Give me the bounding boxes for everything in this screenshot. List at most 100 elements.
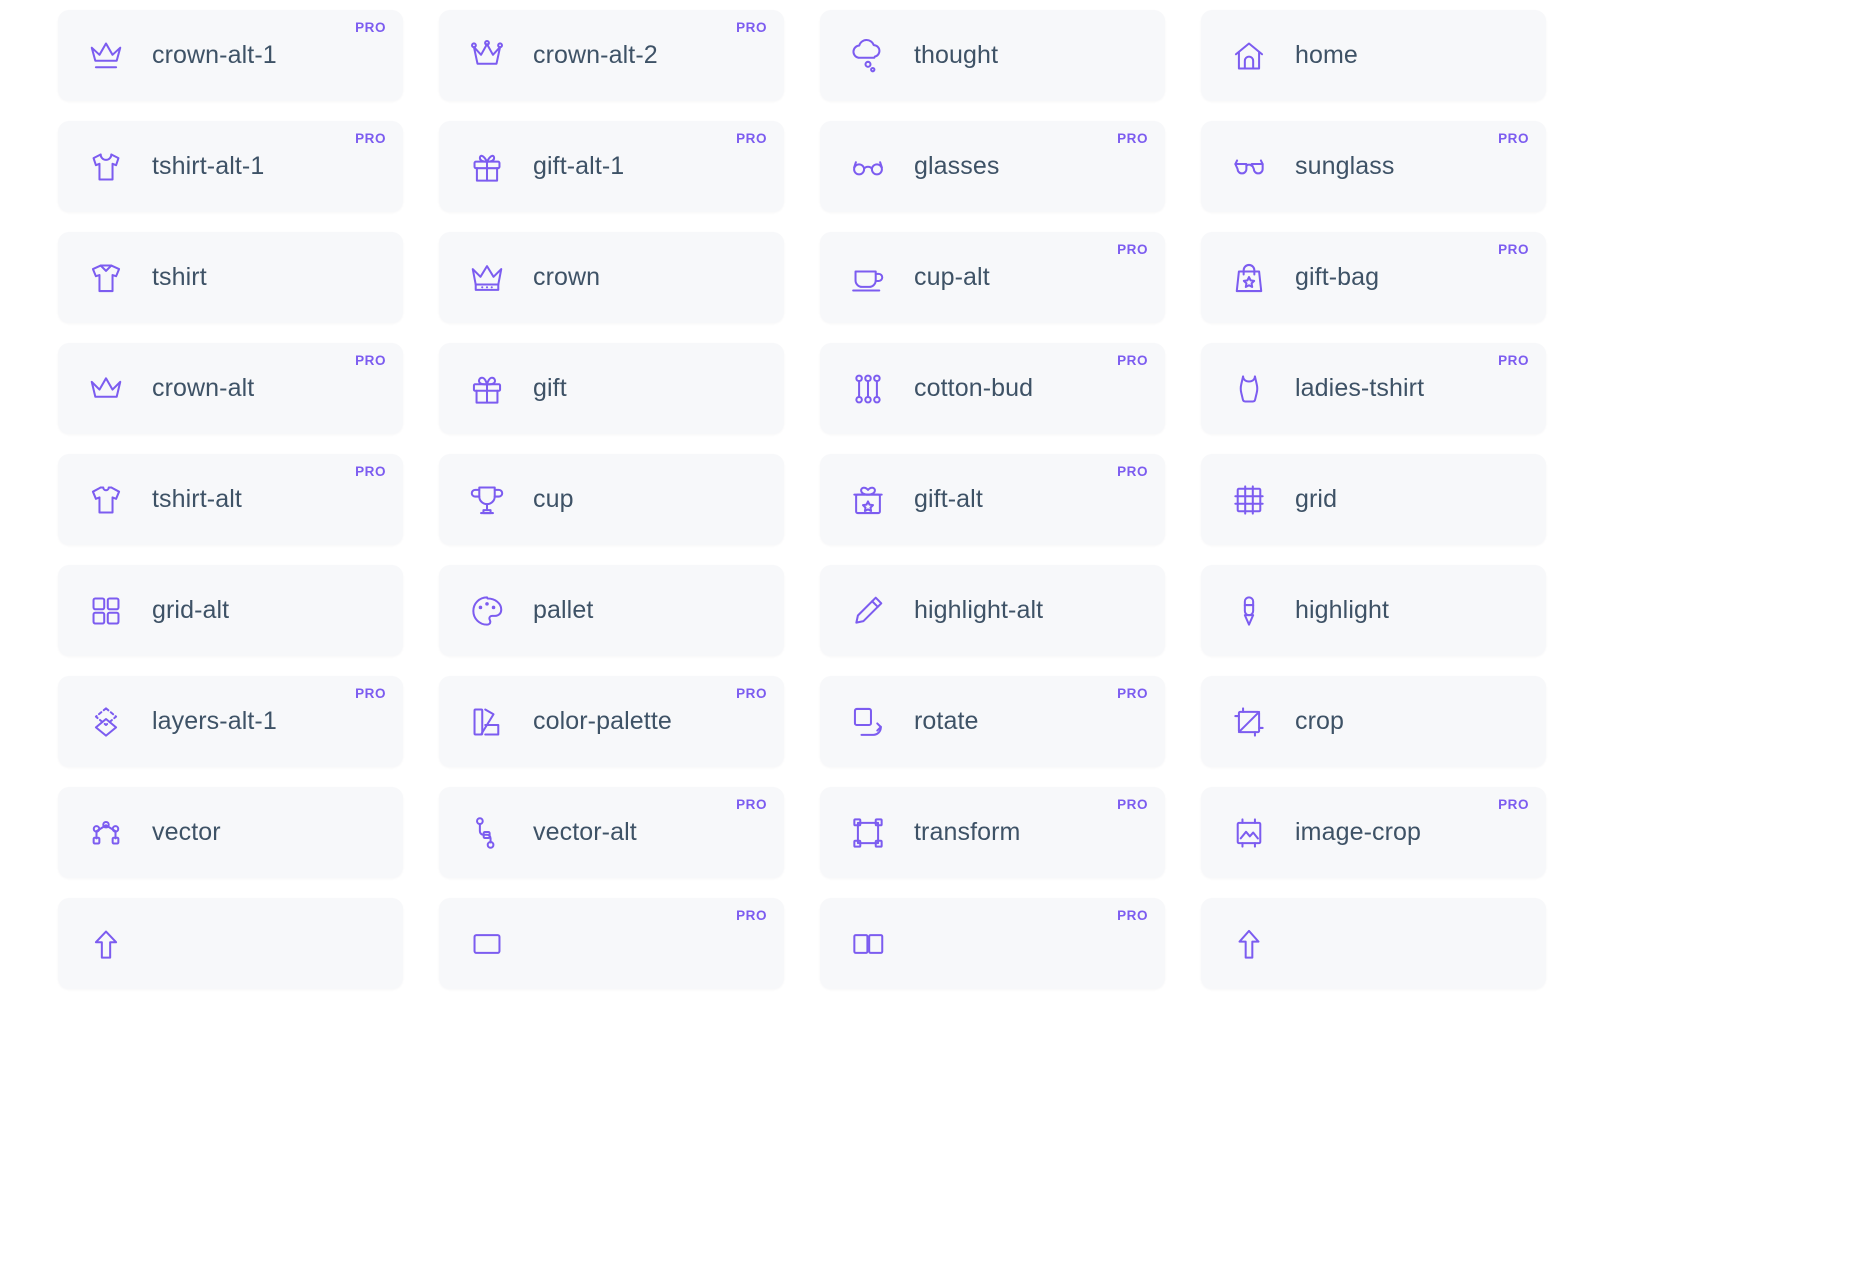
icon-card[interactable]: homePRO (1201, 10, 1546, 101)
pro-badge: PRO (736, 908, 767, 923)
icon-name-label: tshirt-alt (152, 485, 242, 513)
duplicate-icon (846, 922, 890, 966)
icon-name-label: gift-alt-1 (533, 152, 625, 180)
icon-card[interactable]: cupPRO (439, 454, 784, 545)
icon-card[interactable]: layers-alt-1 PRO (58, 676, 403, 767)
pro-badge: PRO (736, 20, 767, 35)
icon-card[interactable]: tshirt-alt-1 PRO (58, 121, 403, 212)
rectangle-icon (465, 922, 509, 966)
icon-card[interactable]: highlight-altPRO (820, 565, 1165, 656)
icon-name-label: grid-alt (152, 596, 230, 624)
icon-name-label: image-crop (1295, 818, 1422, 846)
icon-name-label: gift (533, 374, 567, 402)
icon-card[interactable]: crownPRO (439, 232, 784, 323)
pro-badge: PRO (355, 353, 386, 368)
arrow-up-alt-icon (1227, 922, 1271, 966)
icon-card[interactable]: sunglass PRO (1201, 121, 1546, 212)
icon-name-label: vector-alt (533, 818, 637, 846)
pro-badge: PRO (1117, 464, 1148, 479)
icon-name-label: gift-bag (1295, 263, 1380, 291)
pro-badge: PRO (736, 131, 767, 146)
icon-card[interactable]: tshirt-alt PRO (58, 454, 403, 545)
icon-name-label: transform (914, 818, 1021, 846)
crown-icon (465, 256, 509, 300)
tshirt-alt-icon (84, 478, 128, 522)
icon-name-label: cotton-bud (914, 374, 1034, 402)
icon-name-label: pallet (533, 596, 594, 624)
icon-name-label: crown-alt (152, 374, 255, 402)
pro-badge: PRO (1498, 242, 1529, 257)
icon-card[interactable]: gift-bag PRO (1201, 232, 1546, 323)
icon-card[interactable]: highlightPRO (1201, 565, 1546, 656)
icon-card[interactable]: ladies-tshirt PRO (1201, 343, 1546, 434)
grid-alt-icon (84, 589, 128, 633)
icon-name-label: gift-alt (914, 485, 983, 513)
icon-grid: crown-alt-1PROcrown-alt-2PROthoughtPROho… (0, 0, 1856, 989)
crown-alt-2-icon (465, 34, 509, 78)
icon-card[interactable]: cropPRO (1201, 676, 1546, 767)
icon-card[interactable]: crown-alt-2 PRO (439, 10, 784, 101)
pro-badge: PRO (1117, 242, 1148, 257)
icon-card[interactable]: image-crop PRO (1201, 787, 1546, 878)
icon-name-label: tshirt-alt-1 (152, 152, 265, 180)
icon-card[interactable]: cotton-bud PRO (820, 343, 1165, 434)
icon-name-label: grid (1295, 485, 1338, 513)
gift-alt-icon (846, 478, 890, 522)
icon-card[interactable]: palletPRO (439, 565, 784, 656)
icon-card[interactable]: tshirtPRO (58, 232, 403, 323)
icon-card[interactable]: PRO (58, 898, 403, 989)
highlight-icon (1227, 589, 1271, 633)
tshirt-icon (84, 256, 128, 300)
icon-name-label: rotate (914, 707, 979, 735)
glasses-icon (846, 145, 890, 189)
icon-name-label: home (1295, 41, 1358, 69)
pro-badge: PRO (1117, 131, 1148, 146)
icon-card[interactable]: grid-altPRO (58, 565, 403, 656)
icon-card[interactable]: PRO (1201, 898, 1546, 989)
pro-badge: PRO (1117, 908, 1148, 923)
pro-badge: PRO (1498, 131, 1529, 146)
icon-name-label: layers-alt-1 (152, 707, 277, 735)
icon-card[interactable]: vectorPRO (58, 787, 403, 878)
pro-badge: PRO (736, 686, 767, 701)
icon-name-label: crown-alt-1 (152, 41, 277, 69)
icon-card[interactable]: crown-alt-1 PRO (58, 10, 403, 101)
crown-alt-icon (84, 367, 128, 411)
icon-card[interactable]: giftPRO (439, 343, 784, 434)
icon-card[interactable]: cup-alt PRO (820, 232, 1165, 323)
icon-name-label: crown-alt-2 (533, 41, 658, 69)
icon-card[interactable]: thoughtPRO (820, 10, 1165, 101)
vector-icon (84, 811, 128, 855)
arrow-up-icon (84, 922, 128, 966)
icon-card[interactable]: PRO (820, 898, 1165, 989)
icon-card[interactable]: crown-alt PRO (58, 343, 403, 434)
pro-badge: PRO (355, 131, 386, 146)
rotate-icon (846, 700, 890, 744)
pro-badge: PRO (355, 464, 386, 479)
icon-card[interactable]: rotate PRO (820, 676, 1165, 767)
icon-name-label: vector (152, 818, 221, 846)
icon-card[interactable]: transform PRO (820, 787, 1165, 878)
home-icon (1227, 34, 1271, 78)
icon-card[interactable]: gridPRO (1201, 454, 1546, 545)
icon-card[interactable]: PRO (439, 898, 784, 989)
icon-name-label: glasses (914, 152, 1000, 180)
gift-icon (465, 367, 509, 411)
gift-bag-icon (1227, 256, 1271, 300)
cup-alt-icon (846, 256, 890, 300)
icon-name-label: highlight (1295, 596, 1390, 624)
pro-badge: PRO (1117, 686, 1148, 701)
ladies-tshirt-icon (1227, 367, 1271, 411)
icon-card[interactable]: gift-alt PRO (820, 454, 1165, 545)
icon-card[interactable]: gift-alt-1 PRO (439, 121, 784, 212)
icon-name-label: crop (1295, 707, 1345, 735)
icon-card[interactable]: glasses PRO (820, 121, 1165, 212)
image-crop-icon (1227, 811, 1271, 855)
icon-card[interactable]: color-palette PRO (439, 676, 784, 767)
vector-alt-icon (465, 811, 509, 855)
transform-icon (846, 811, 890, 855)
crop-icon (1227, 700, 1271, 744)
pro-badge: PRO (736, 797, 767, 812)
icon-card[interactable]: vector-alt PRO (439, 787, 784, 878)
crown-alt-1-icon (84, 34, 128, 78)
